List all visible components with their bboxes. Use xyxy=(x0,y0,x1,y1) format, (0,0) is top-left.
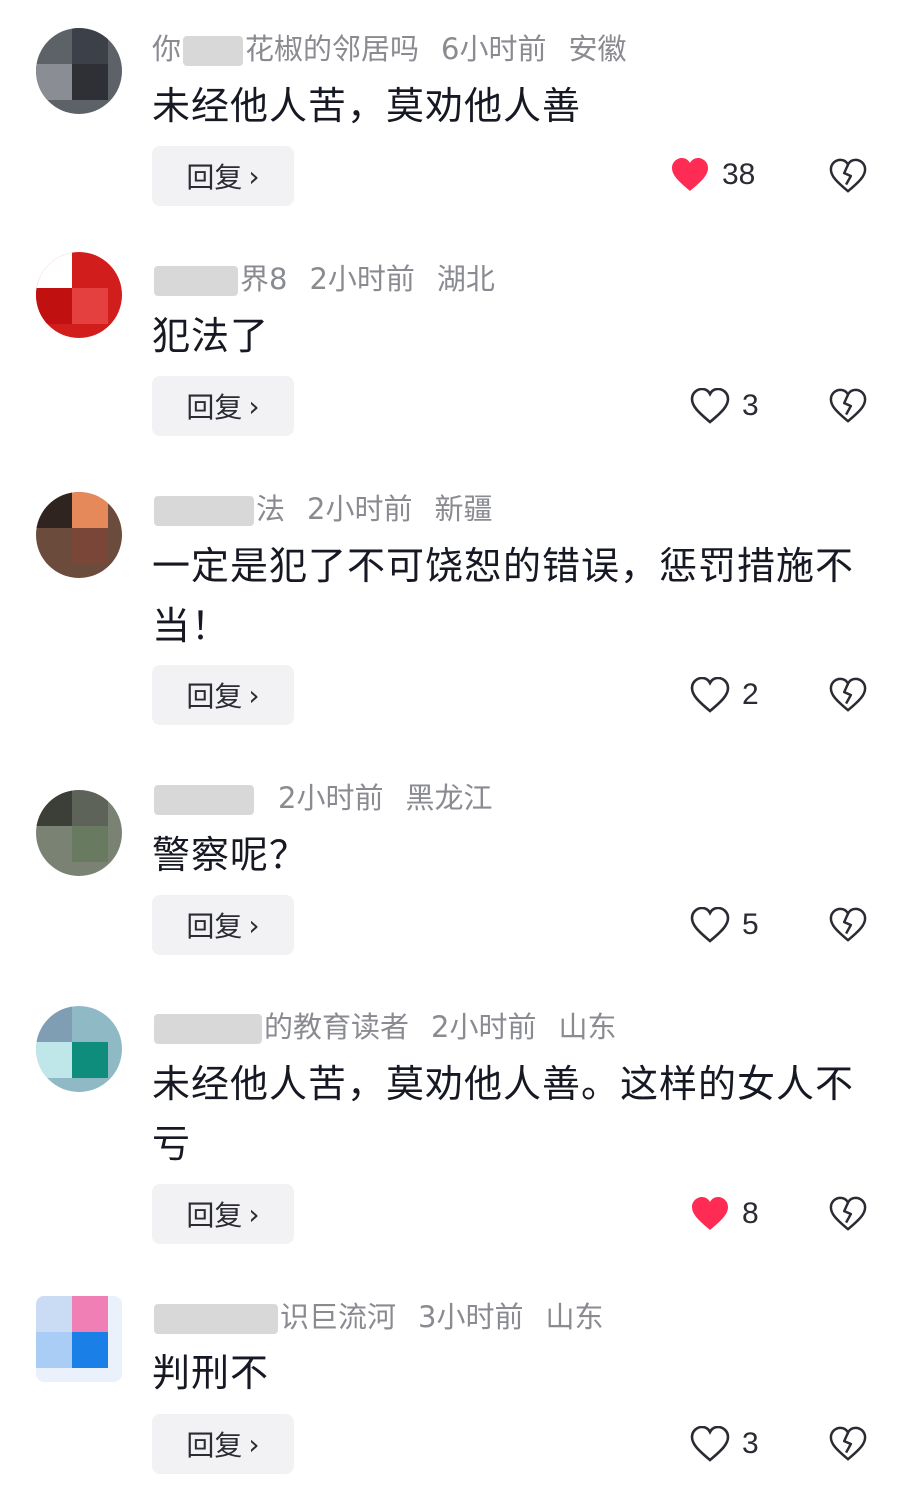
like-count: 5 xyxy=(742,908,759,941)
broken-heart-icon xyxy=(829,158,867,193)
dislike-button[interactable] xyxy=(829,1196,867,1236)
username[interactable]: 识巨流河 xyxy=(152,1300,396,1334)
comment-meta: 你花椒的邻居吗 6小时前 安徽 xyxy=(152,31,627,67)
heart-icon xyxy=(672,158,708,191)
dislike-button[interactable] xyxy=(829,677,867,717)
comment-time: 2小时前 xyxy=(278,781,384,815)
username[interactable] xyxy=(152,781,256,815)
broken-heart-icon xyxy=(829,388,867,423)
like-button[interactable]: 3 xyxy=(690,388,759,424)
comment-text: 未经他人苦，莫劝他人善。这样的女人不亏 xyxy=(152,1062,855,1166)
comment-meta: 法 2小时前 新疆 xyxy=(152,491,492,527)
avatar[interactable] xyxy=(36,1006,122,1092)
comment-meta: 识巨流河 3小时前 山东 xyxy=(152,1299,603,1335)
avatar[interactable] xyxy=(36,28,122,114)
like-button[interactable]: 2 xyxy=(690,677,759,713)
comment-location: 新疆 xyxy=(434,492,493,526)
like-count: 3 xyxy=(742,389,759,422)
chevron-right-icon: › xyxy=(248,389,260,423)
chevron-right-icon: › xyxy=(248,908,260,942)
broken-heart-icon xyxy=(829,677,867,712)
username[interactable]: 的教育读者 xyxy=(152,1010,409,1044)
like-button[interactable]: 5 xyxy=(690,907,759,943)
dislike-button[interactable] xyxy=(829,158,867,198)
chevron-right-icon: › xyxy=(248,1197,260,1231)
broken-heart-icon xyxy=(829,1426,867,1461)
heart-icon xyxy=(690,388,730,424)
avatar[interactable] xyxy=(36,1296,122,1382)
comment-text: 一定是犯了不可饶恕的错误，惩罚措施不当！ xyxy=(152,544,855,648)
dislike-button[interactable] xyxy=(829,388,867,428)
like-button[interactable]: 38 xyxy=(670,157,755,193)
comment-location: 湖北 xyxy=(436,262,495,296)
comment-location: 安徽 xyxy=(568,32,627,66)
comment-meta: 界8 2小时前 湖北 xyxy=(152,261,495,297)
reply-button[interactable]: 回复 › xyxy=(152,1414,294,1474)
comment-meta: 的教育读者 2小时前 山东 xyxy=(152,1009,616,1045)
comment-text: 未经他人苦，莫劝他人善 xyxy=(152,84,582,128)
comment-time: 3小时前 xyxy=(418,1300,524,1334)
chevron-right-icon: › xyxy=(248,159,260,193)
comment-location: 黑龙江 xyxy=(405,781,493,815)
reply-button[interactable]: 回复 › xyxy=(152,146,294,206)
comment-meta: 2小时前 黑龙江 xyxy=(152,780,492,816)
like-count: 38 xyxy=(722,158,756,191)
broken-heart-icon xyxy=(829,907,867,942)
username[interactable]: 你花椒的邻居吗 xyxy=(152,32,419,66)
chevron-right-icon: › xyxy=(248,1427,260,1461)
username[interactable]: 法 xyxy=(152,492,285,526)
reply-button[interactable]: 回复 › xyxy=(152,1184,294,1244)
like-button[interactable]: 8 xyxy=(690,1196,759,1232)
reply-button[interactable]: 回复 › xyxy=(152,895,294,955)
dislike-button[interactable] xyxy=(829,907,867,947)
reply-button[interactable]: 回复 › xyxy=(152,376,294,436)
reply-button[interactable]: 回复 › xyxy=(152,665,294,725)
comment-time: 2小时前 xyxy=(431,1010,537,1044)
username[interactable]: 界8 xyxy=(152,262,287,296)
heart-icon xyxy=(692,1197,728,1230)
comment-time: 2小时前 xyxy=(307,492,413,526)
heart-icon xyxy=(690,1426,730,1462)
like-count: 3 xyxy=(742,1427,759,1460)
comment-text: 判刑不 xyxy=(152,1351,270,1395)
comment-text: 警察呢？ xyxy=(152,833,309,877)
avatar[interactable] xyxy=(36,492,122,578)
comment-location: 山东 xyxy=(545,1300,604,1334)
comment-location: 山东 xyxy=(558,1010,617,1044)
dislike-button[interactable] xyxy=(829,1426,867,1466)
chevron-right-icon: › xyxy=(248,678,260,712)
like-button[interactable]: 3 xyxy=(690,1426,759,1462)
comment-time: 2小时前 xyxy=(309,262,415,296)
avatar[interactable] xyxy=(36,790,122,876)
comment-text: 犯法了 xyxy=(152,314,270,358)
like-count: 2 xyxy=(742,678,759,711)
like-count: 8 xyxy=(742,1197,759,1230)
heart-icon xyxy=(690,677,730,713)
avatar[interactable] xyxy=(36,252,122,338)
broken-heart-icon xyxy=(829,1196,867,1231)
comment-time: 6小时前 xyxy=(441,32,547,66)
heart-icon xyxy=(690,907,730,943)
